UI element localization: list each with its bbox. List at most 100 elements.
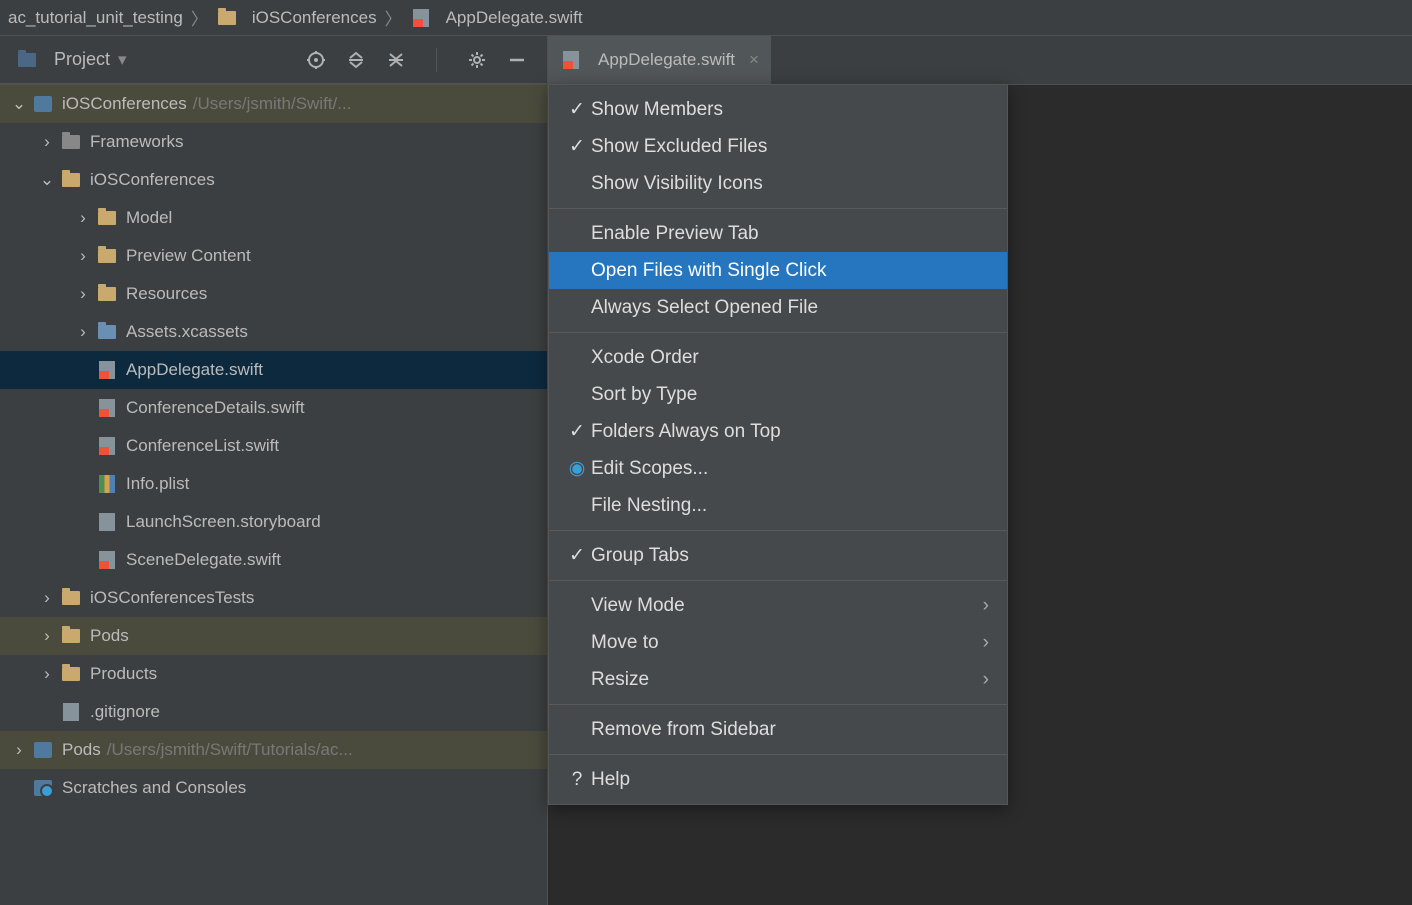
tree-row[interactable]: Scratches and Consoles bbox=[0, 769, 547, 807]
tree-label: Products bbox=[90, 664, 157, 684]
project-toolbar: Project ▾ bbox=[0, 36, 548, 84]
folder-icon bbox=[60, 665, 82, 683]
tree-row[interactable]: ⌄iOSConferences/Users/jsmith/Swift/... bbox=[0, 85, 547, 123]
menu-item[interactable]: Enable Preview Tab bbox=[549, 215, 1007, 252]
editor-tabs: AppDelegate.swift × bbox=[548, 36, 771, 84]
chevron-down-icon[interactable]: ⌄ bbox=[38, 171, 56, 189]
close-icon[interactable]: × bbox=[749, 50, 759, 70]
menu-item[interactable]: ✓Group Tabs bbox=[549, 537, 1007, 574]
chevron-right-icon[interactable]: › bbox=[38, 665, 56, 683]
menu-label: Resize bbox=[591, 669, 983, 691]
editor-tab-label: AppDelegate.swift bbox=[598, 50, 735, 70]
select-opened-file-icon[interactable] bbox=[306, 50, 326, 70]
breadcrumb-item[interactable]: iOSConferences bbox=[216, 8, 377, 28]
menu-item[interactable]: Sort by Type bbox=[549, 376, 1007, 413]
menu-item[interactable]: Resize› bbox=[549, 661, 1007, 698]
menu-item[interactable]: ✓Folders Always on Top bbox=[549, 413, 1007, 450]
breadcrumb-label: iOSConferences bbox=[252, 8, 377, 28]
tree-row[interactable]: › Products bbox=[0, 655, 547, 693]
editor-tab[interactable]: AppDelegate.swift × bbox=[548, 36, 771, 84]
collapse-all-icon[interactable] bbox=[386, 50, 406, 70]
menu-item[interactable]: ◉Edit Scopes... bbox=[549, 450, 1007, 487]
menu-item[interactable]: Xcode Order bbox=[549, 339, 1007, 376]
chevron-right-icon: 〉 bbox=[381, 5, 406, 30]
file-icon bbox=[60, 703, 82, 721]
menu-item[interactable]: Always Select Opened File bbox=[549, 289, 1007, 326]
tree-label: Scratches and Consoles bbox=[62, 778, 246, 798]
tree-label: ConferenceDetails.swift bbox=[126, 398, 305, 418]
tree-label: .gitignore bbox=[90, 702, 160, 722]
menu-item[interactable]: Remove from Sidebar bbox=[549, 711, 1007, 748]
tree-row[interactable]: ›Pods/Users/jsmith/Swift/Tutorials/ac... bbox=[0, 731, 547, 769]
tree-path: /Users/jsmith/Swift/... bbox=[193, 94, 352, 114]
chevron-down-icon: ▾ bbox=[118, 50, 127, 70]
breadcrumb-label: AppDelegate.swift bbox=[446, 8, 583, 28]
tree-row[interactable]: SceneDelegate.swift bbox=[0, 541, 547, 579]
tree-row[interactable]: AppDelegate.swift bbox=[0, 351, 547, 389]
tree-row[interactable]: ⌄ iOSConferences bbox=[0, 161, 547, 199]
project-view-selector[interactable]: Project ▾ bbox=[8, 45, 135, 74]
chevron-right-icon[interactable]: › bbox=[74, 323, 92, 341]
menu-label: Folders Always on Top bbox=[591, 421, 993, 443]
breadcrumb-bar: ac_tutorial_unit_testing 〉 iOSConference… bbox=[0, 0, 1412, 36]
folder-icon bbox=[96, 285, 118, 303]
tree-row[interactable]: ›Preview Content bbox=[0, 237, 547, 275]
tree-row[interactable]: LaunchScreen.storyboard bbox=[0, 503, 547, 541]
folder-icon bbox=[60, 171, 82, 189]
tree-label: iOSConferences bbox=[90, 170, 215, 190]
tree-row[interactable]: › Resources bbox=[0, 275, 547, 313]
hide-icon[interactable] bbox=[507, 50, 527, 70]
project-view-label: Project bbox=[54, 49, 110, 70]
expand-all-icon[interactable] bbox=[346, 50, 366, 70]
menu-label: Xcode Order bbox=[591, 347, 993, 369]
gear-icon[interactable] bbox=[467, 50, 487, 70]
radio-icon: ◉ bbox=[563, 457, 591, 480]
tree-row[interactable]: › iOSConferencesTests bbox=[0, 579, 547, 617]
menu-separator bbox=[549, 580, 1007, 581]
tree-label: LaunchScreen.storyboard bbox=[126, 512, 321, 532]
menu-item[interactable]: Open Files with Single Click bbox=[549, 252, 1007, 289]
breadcrumb-item[interactable]: AppDelegate.swift bbox=[410, 8, 583, 28]
menu-item[interactable]: Show Visibility Icons bbox=[549, 165, 1007, 202]
tree-row[interactable]: › Frameworks bbox=[0, 123, 547, 161]
folder-xc-icon bbox=[96, 323, 118, 341]
tree-row[interactable]: ConferenceDetails.swift bbox=[0, 389, 547, 427]
check-icon: ✓ bbox=[563, 544, 591, 567]
menu-label: Move to bbox=[591, 632, 983, 654]
menu-item[interactable]: File Nesting... bbox=[549, 487, 1007, 524]
chevron-right-icon: 〉 bbox=[187, 5, 212, 30]
tree-label: iOSConferencesTests bbox=[90, 588, 254, 608]
menu-separator bbox=[549, 208, 1007, 209]
menu-item[interactable]: View Mode› bbox=[549, 587, 1007, 624]
chevron-down-icon[interactable]: ⌄ bbox=[10, 95, 28, 113]
menu-label: Sort by Type bbox=[591, 384, 993, 406]
menu-label: Group Tabs bbox=[591, 545, 993, 567]
chevron-right-icon[interactable]: › bbox=[74, 285, 92, 303]
breadcrumb-item[interactable]: ac_tutorial_unit_testing bbox=[8, 8, 183, 28]
menu-item[interactable]: ✓Show Members bbox=[549, 91, 1007, 128]
tree-row[interactable]: ConferenceList.swift bbox=[0, 427, 547, 465]
chevron-right-icon[interactable]: › bbox=[10, 741, 28, 759]
tree-row[interactable]: Info.plist bbox=[0, 465, 547, 503]
divider bbox=[436, 48, 437, 72]
chevron-right-icon[interactable]: › bbox=[38, 589, 56, 607]
menu-item[interactable]: ?Help bbox=[549, 761, 1007, 798]
chevron-right-icon[interactable]: › bbox=[74, 209, 92, 227]
swift-file-icon bbox=[410, 9, 432, 27]
tree-row[interactable]: ›Assets.xcassets bbox=[0, 313, 547, 351]
chevron-right-icon[interactable]: › bbox=[38, 627, 56, 645]
tree-row[interactable]: ›Pods bbox=[0, 617, 547, 655]
tree-row[interactable]: .gitignore bbox=[0, 693, 547, 731]
menu-item[interactable]: Move to› bbox=[549, 624, 1007, 661]
help-icon: ? bbox=[563, 769, 591, 791]
chevron-right-icon[interactable]: › bbox=[38, 133, 56, 151]
project-tree[interactable]: ⌄iOSConferences/Users/jsmith/Swift/...›F… bbox=[0, 85, 548, 905]
tree-label: Pods bbox=[62, 740, 101, 760]
tree-label: AppDelegate.swift bbox=[126, 360, 263, 380]
tree-label: Resources bbox=[126, 284, 207, 304]
chevron-right-icon[interactable]: › bbox=[74, 247, 92, 265]
tree-label: Frameworks bbox=[90, 132, 184, 152]
menu-label: View Mode bbox=[591, 595, 983, 617]
tree-row[interactable]: ›Model bbox=[0, 199, 547, 237]
menu-item[interactable]: ✓Show Excluded Files bbox=[549, 128, 1007, 165]
